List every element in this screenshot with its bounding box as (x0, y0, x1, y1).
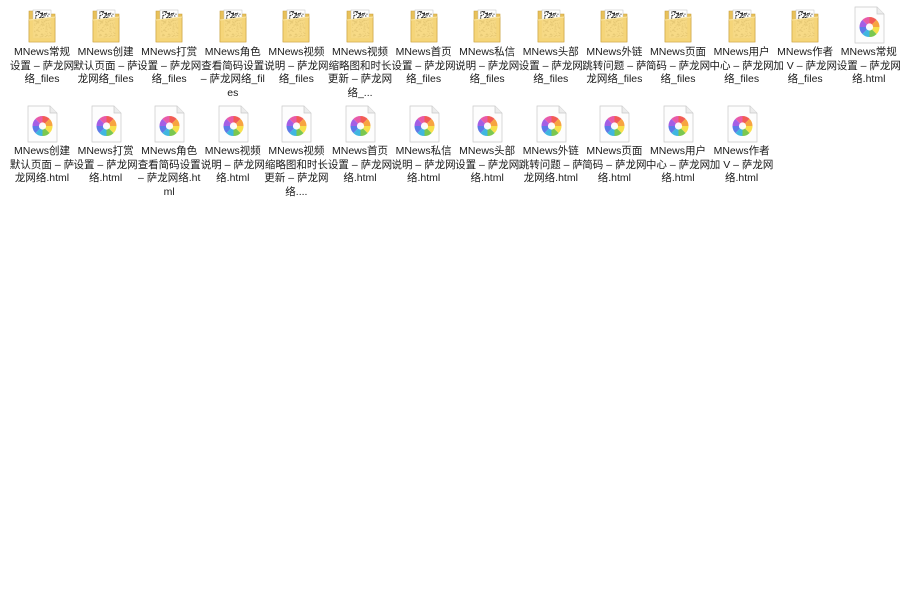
file-name-label: MNews页面简码 – 萨龙网络_files (645, 46, 711, 85)
file-name-label: MNews常规设置 – 萨龙网络.html (836, 46, 900, 85)
file-name-label: MNews外链跳转问题 – 萨龙网络.html (518, 145, 583, 184)
folder-icon (406, 5, 442, 45)
html-file-item[interactable]: MNews角色查看简码设置 – 萨龙网络.html (137, 104, 201, 200)
folder-icon (660, 5, 696, 45)
html-file-item[interactable]: MNews视频说明 – 萨龙网络.html (201, 104, 265, 200)
html-file-icon (596, 104, 632, 144)
file-name-label: MNews视频缩略图和时长更新 – 萨龙网络.... (264, 145, 329, 198)
file-name-label: MNews角色查看简码设置 – 萨龙网络.html (137, 145, 201, 198)
html-file-item[interactable]: MNews首页设置 – 萨龙网络.html (328, 104, 392, 200)
folder-item[interactable]: MNews视频缩略图和时长更新 – 萨龙网络_... (328, 5, 392, 101)
html-file-item[interactable]: MNews作者加 V – 萨龙网络.html (710, 104, 774, 200)
folder-icon (24, 5, 60, 45)
html-file-icon (469, 104, 505, 144)
file-name-label: MNews用户中心 – 萨龙网络_files (709, 46, 774, 85)
folder-icon (278, 5, 314, 45)
html-file-icon (406, 104, 442, 144)
html-file-item[interactable]: MNews私信说明 – 萨龙网络.html (392, 104, 456, 200)
folder-item[interactable]: MNews角色查看简码设置 – 萨龙网络_files (201, 5, 265, 101)
folder-item[interactable]: MNews外链跳转问题 – 萨龙网络_files (582, 5, 646, 101)
folder-icon (215, 5, 251, 45)
file-name-label: MNews打赏设置 – 萨龙网络.html (73, 145, 138, 184)
file-name-label: MNews私信说明 – 萨龙网络.html (391, 145, 456, 184)
folder-item[interactable]: MNews用户中心 – 萨龙网络_files (710, 5, 774, 101)
html-file-icon (151, 104, 187, 144)
folder-item[interactable]: MNews首页设置 – 萨龙网络_files (392, 5, 456, 101)
file-name-label: MNews私信说明 – 萨龙网络_files (455, 46, 520, 85)
file-name-label: MNews外链跳转问题 – 萨龙网络_files (582, 46, 647, 85)
html-file-item[interactable]: MNews用户中心 – 萨龙网络.html (646, 104, 710, 200)
file-name-label: MNews视频说明 – 萨龙网络.html (200, 145, 265, 184)
file-name-label: MNews视频说明 – 萨龙网络_files (264, 46, 329, 85)
file-name-label: MNews作者加 V – 萨龙网络_files (773, 46, 837, 85)
folder-icon (469, 5, 505, 45)
folder-icon (724, 5, 760, 45)
folder-icon (342, 5, 378, 45)
folder-icon (151, 5, 187, 45)
file-name-label: MNews页面简码 – 萨龙网络.html (582, 145, 647, 184)
html-file-icon (24, 104, 60, 144)
folder-item[interactable]: MNews私信说明 – 萨龙网络_files (455, 5, 519, 101)
folder-item[interactable]: MNews页面简码 – 萨龙网络_files (646, 5, 710, 101)
file-name-label: MNews头部设置 – 萨龙网络.html (455, 145, 520, 184)
folder-item[interactable]: MNews创建默认页面 – 萨龙网络_files (74, 5, 138, 101)
html-file-item[interactable]: MNews打赏设置 – 萨龙网络.html (74, 104, 138, 200)
file-name-label: MNews头部设置 – 萨龙网络_files (518, 46, 583, 85)
html-file-icon (851, 5, 887, 45)
html-file-item[interactable]: MNews创建默认页面 – 萨龙网络.html (10, 104, 74, 200)
file-name-label: MNews创建默认页面 – 萨龙网络_files (73, 46, 138, 85)
html-file-icon (660, 104, 696, 144)
html-file-icon (215, 104, 251, 144)
html-file-icon (342, 104, 378, 144)
folder-icon (596, 5, 632, 45)
html-file-icon (724, 104, 760, 144)
html-file-item[interactable]: MNews常规设置 – 萨龙网络.html (837, 5, 900, 101)
folder-item[interactable]: MNews作者加 V – 萨龙网络_files (773, 5, 837, 101)
html-file-item[interactable]: MNews视频缩略图和时长更新 – 萨龙网络.... (264, 104, 328, 200)
folder-icon (88, 5, 124, 45)
folder-item[interactable]: MNews常规设置 – 萨龙网络_files (10, 5, 74, 101)
folder-icon (533, 5, 569, 45)
html-file-item[interactable]: MNews页面简码 – 萨龙网络.html (582, 104, 646, 200)
file-name-label: MNews创建默认页面 – 萨龙网络.html (9, 145, 75, 184)
folder-icon (787, 5, 823, 45)
file-name-label: MNews作者加 V – 萨龙网络.html (709, 145, 774, 184)
file-name-label: MNews常规设置 – 萨龙网络_files (9, 46, 75, 85)
html-file-item[interactable]: MNews外链跳转问题 – 萨龙网络.html (519, 104, 583, 200)
file-explorer-content-area: MNews常规设置 – 萨龙网络_files MNews创建默认页面 – 萨龙网络… (0, 0, 900, 607)
folder-item[interactable]: MNews打赏设置 – 萨龙网络_files (137, 5, 201, 101)
file-name-label: MNews首页设置 – 萨龙网络.html (327, 145, 393, 184)
file-name-label: MNews首页设置 – 萨龙网络_files (391, 46, 456, 85)
html-file-icon (88, 104, 124, 144)
html-file-icon (278, 104, 314, 144)
file-name-label: MNews打赏设置 – 萨龙网络_files (137, 46, 202, 85)
file-name-label: MNews角色查看简码设置 – 萨龙网络_files (200, 46, 265, 99)
file-name-label: MNews用户中心 – 萨龙网络.html (645, 145, 711, 184)
html-file-item[interactable]: MNews头部设置 – 萨龙网络.html (455, 104, 519, 200)
folder-item[interactable]: MNews头部设置 – 萨龙网络_files (519, 5, 583, 101)
html-file-icon (533, 104, 569, 144)
file-name-label: MNews视频缩略图和时长更新 – 萨龙网络_... (327, 46, 393, 99)
folder-item[interactable]: MNews视频说明 – 萨龙网络_files (264, 5, 328, 101)
